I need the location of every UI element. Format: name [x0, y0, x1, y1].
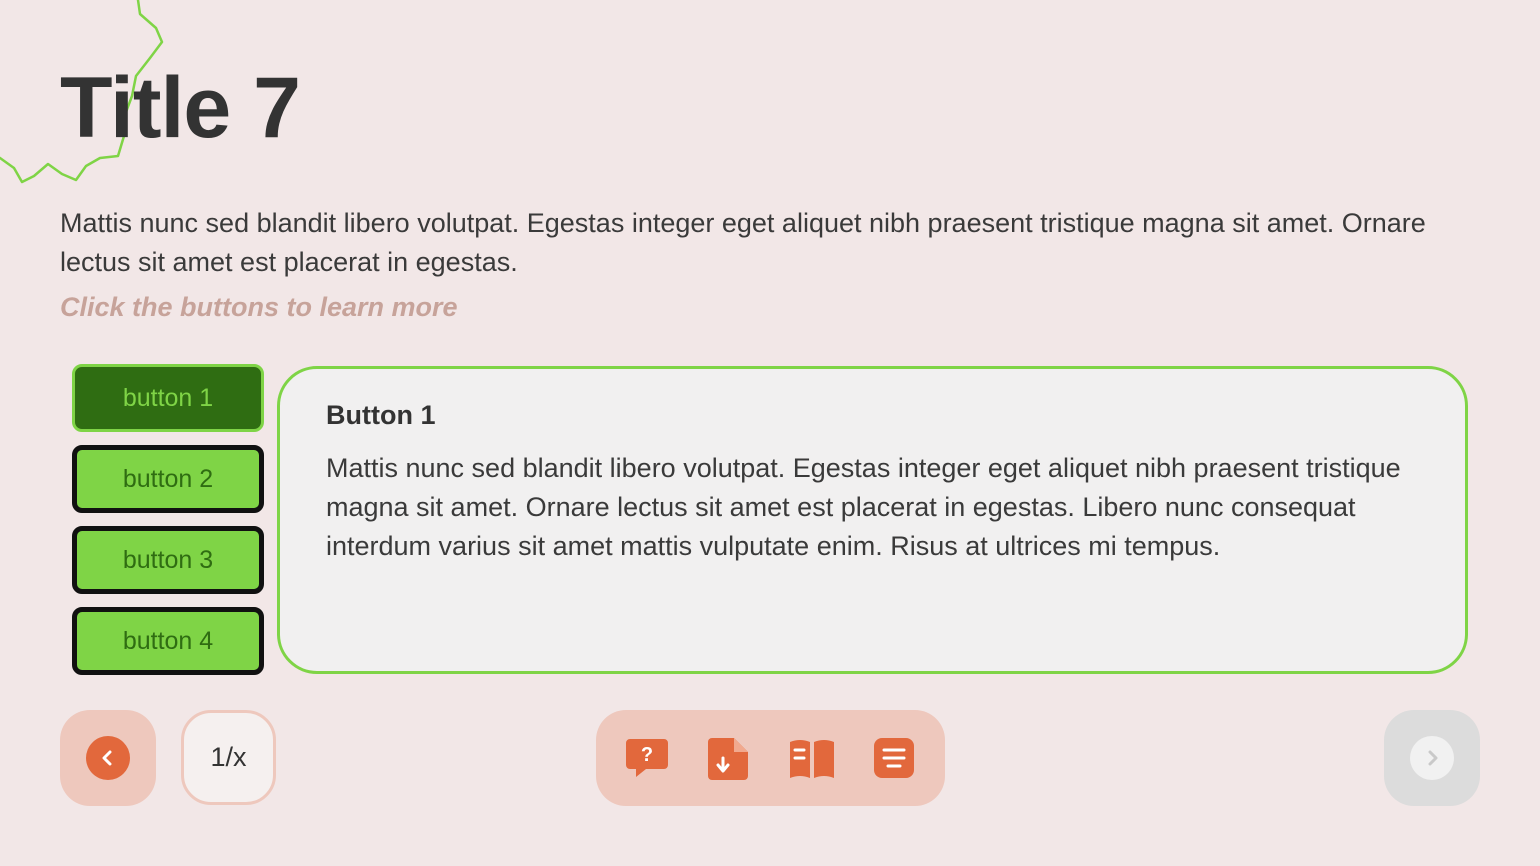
open-book-icon: [789, 740, 834, 778]
download-document-icon: [708, 738, 749, 780]
tab-button-1[interactable]: button 1: [72, 364, 264, 432]
help-chat-icon: ?: [626, 739, 669, 777]
chevron-left-icon: [86, 736, 130, 780]
intro-paragraph: Mattis nunc sed blandit libero volutpat.…: [60, 208, 1426, 277]
panel-title: Button 1: [326, 400, 436, 430]
chevron-right-icon: [1410, 736, 1454, 780]
page-title: Title 7: [60, 60, 301, 156]
panel-body: Mattis nunc sed blandit libero volutpat.…: [326, 453, 1401, 561]
next-button[interactable]: [1384, 710, 1480, 806]
bottom-toolbar: ?: [596, 710, 945, 806]
tab-button-2[interactable]: button 2: [72, 445, 264, 513]
help-chat-button[interactable]: ?: [620, 731, 674, 785]
download-document-button[interactable]: [702, 731, 756, 785]
svg-text:?: ?: [641, 744, 653, 766]
tab-button-3[interactable]: button 3: [72, 526, 264, 594]
previous-button[interactable]: [60, 710, 156, 806]
content-panel: Button 1 Mattis nunc sed blandit libero …: [277, 366, 1468, 674]
tab-button-4[interactable]: button 4: [72, 607, 264, 675]
menu-list-button[interactable]: [867, 731, 921, 785]
menu-list-icon: [873, 738, 914, 778]
instruction-hint: Click the buttons to learn more: [60, 292, 458, 322]
page-counter: 1/x: [181, 710, 276, 805]
open-book-button[interactable]: [785, 731, 839, 785]
